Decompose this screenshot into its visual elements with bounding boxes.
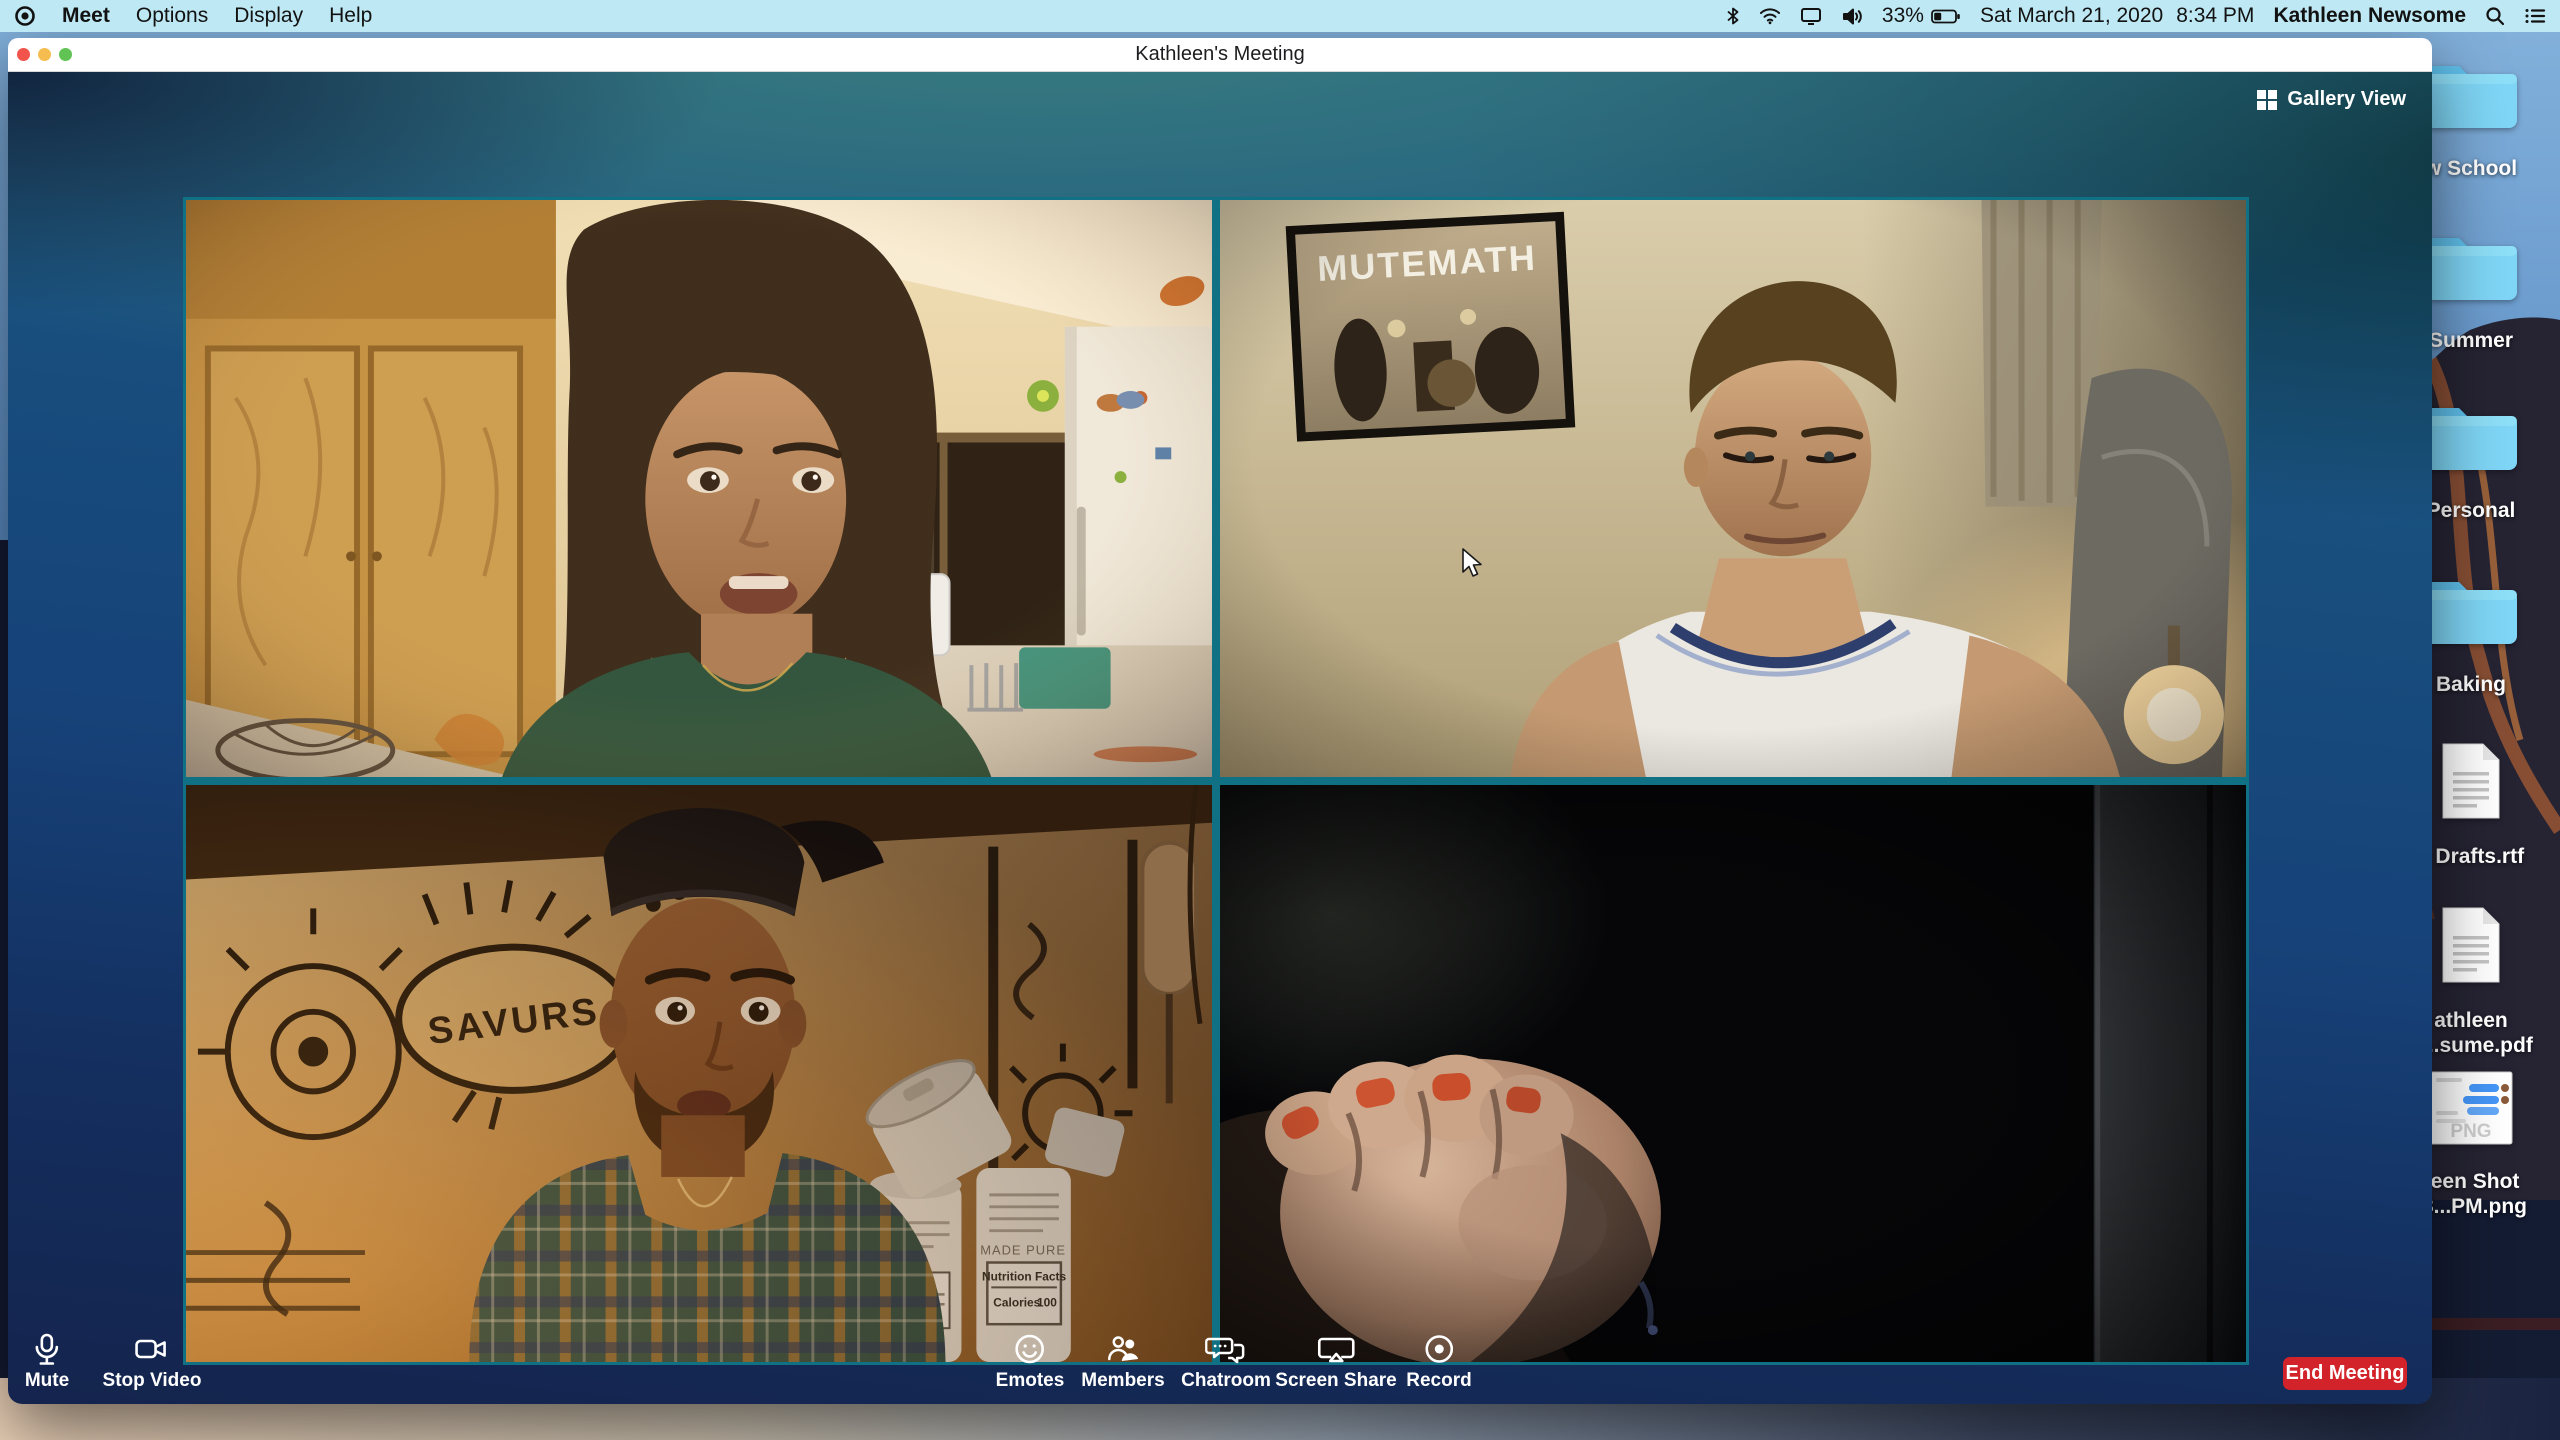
battery-percent: 33% (1882, 4, 1924, 28)
menu-meet[interactable]: Meet (62, 4, 110, 28)
video-tile-cap-man[interactable]: SAVURS (186, 785, 1212, 1362)
screenshot-thumbnail-icon: PNG (2429, 1071, 2513, 1145)
video-frame: SAVURS (186, 785, 1212, 1362)
thumbnail-watermark: PNG (2450, 1121, 2491, 1142)
video-camera-icon (132, 1333, 172, 1367)
meeting-area: Gallery View (8, 72, 2432, 1404)
menu-bar-time: 8:34 PM (2176, 4, 2254, 28)
bluetooth-icon[interactable] (1726, 6, 1740, 26)
end-meeting-button[interactable]: End Meeting (2283, 1357, 2407, 1390)
menu-display[interactable]: Display (234, 4, 303, 28)
desktop-icon-label: il Drafts.rtf (2418, 844, 2524, 869)
desktop-icon-label: Baking (2436, 672, 2506, 697)
video-grid: MUTEMATH (183, 197, 2249, 1365)
desktop-icon-label: w School (2425, 156, 2517, 181)
stop-video-button[interactable]: Stop Video (103, 1333, 202, 1392)
meet-app-window: Kathleen's Meeting Gallery View (8, 38, 2432, 1404)
emotes-label: Emotes (996, 1370, 1065, 1392)
video-tile-jersey-man[interactable]: MUTEMATH (1220, 200, 2246, 777)
battery-status[interactable]: 33% (1882, 4, 1961, 28)
mouse-cursor (1461, 548, 1487, 578)
menu-help[interactable]: Help (329, 4, 372, 28)
chatroom-button[interactable]: Chatroom (1181, 1333, 1271, 1392)
record-button[interactable]: Record (1406, 1333, 1471, 1392)
emotes-button[interactable]: Emotes (996, 1333, 1065, 1392)
gallery-view-label: Gallery View (2287, 88, 2406, 111)
display-icon[interactable] (1800, 7, 1822, 26)
folder-icon (2421, 58, 2521, 132)
menu-bar-clock[interactable]: Sat March 21, 2020 8:34 PM (1980, 4, 2255, 28)
mute-button[interactable]: Mute (25, 1333, 69, 1392)
desktop-icon-label: Personal (2427, 498, 2516, 523)
members-button[interactable]: Members (1081, 1333, 1164, 1392)
gallery-view-button[interactable]: Gallery View (2256, 88, 2406, 111)
gallery-grid-icon (2256, 89, 2278, 111)
folder-icon (2421, 230, 2521, 304)
menu-bar-date: Sat March 21, 2020 (1980, 4, 2163, 28)
screen: w School Summer Personal Baking (0, 0, 2560, 1440)
members-label: Members (1081, 1370, 1164, 1392)
smiley-icon (1012, 1333, 1048, 1367)
meet-app-icon[interactable] (14, 5, 36, 27)
minimize-button[interactable] (38, 48, 51, 61)
document-icon (2441, 742, 2501, 820)
screen-share-icon (1315, 1333, 1357, 1367)
mute-label: Mute (25, 1370, 69, 1392)
video-tile-dark-fist[interactable] (1220, 785, 2246, 1362)
folder-icon (2421, 400, 2521, 474)
menu-bar: Meet Options Display Help (0, 0, 2560, 32)
volume-icon[interactable] (1841, 7, 1863, 26)
screen-share-label: Screen Share (1275, 1370, 1396, 1392)
menu-options[interactable]: Options (136, 4, 208, 28)
traffic-lights (17, 48, 72, 61)
stop-video-label: Stop Video (103, 1370, 202, 1392)
video-frame (186, 200, 1212, 777)
video-frame (1220, 785, 2246, 1362)
control-center-list-icon[interactable] (2524, 7, 2546, 25)
window-title: Kathleen's Meeting (8, 43, 2432, 66)
menu-bar-user-name[interactable]: Kathleen Newsome (2273, 4, 2466, 28)
battery-icon (1931, 9, 1961, 24)
wifi-icon[interactable] (1759, 7, 1781, 25)
video-frame: MUTEMATH (1220, 200, 2246, 777)
record-label: Record (1406, 1370, 1471, 1392)
window-titlebar: Kathleen's Meeting (8, 38, 2432, 72)
document-icon (2441, 906, 2501, 984)
search-icon[interactable] (2485, 6, 2505, 26)
microphone-icon (28, 1333, 66, 1367)
people-icon (1103, 1333, 1143, 1367)
zoom-button[interactable] (59, 48, 72, 61)
screen-share-button[interactable]: Screen Share (1275, 1333, 1396, 1392)
record-icon (1421, 1333, 1457, 1367)
close-button[interactable] (17, 48, 30, 61)
desktop-icon-label: Summer (2429, 328, 2513, 353)
chat-bubbles-icon (1205, 1333, 1247, 1367)
video-tile-kitchen-woman[interactable] (186, 200, 1212, 777)
chatroom-label: Chatroom (1181, 1370, 1271, 1392)
folder-icon (2421, 574, 2521, 648)
